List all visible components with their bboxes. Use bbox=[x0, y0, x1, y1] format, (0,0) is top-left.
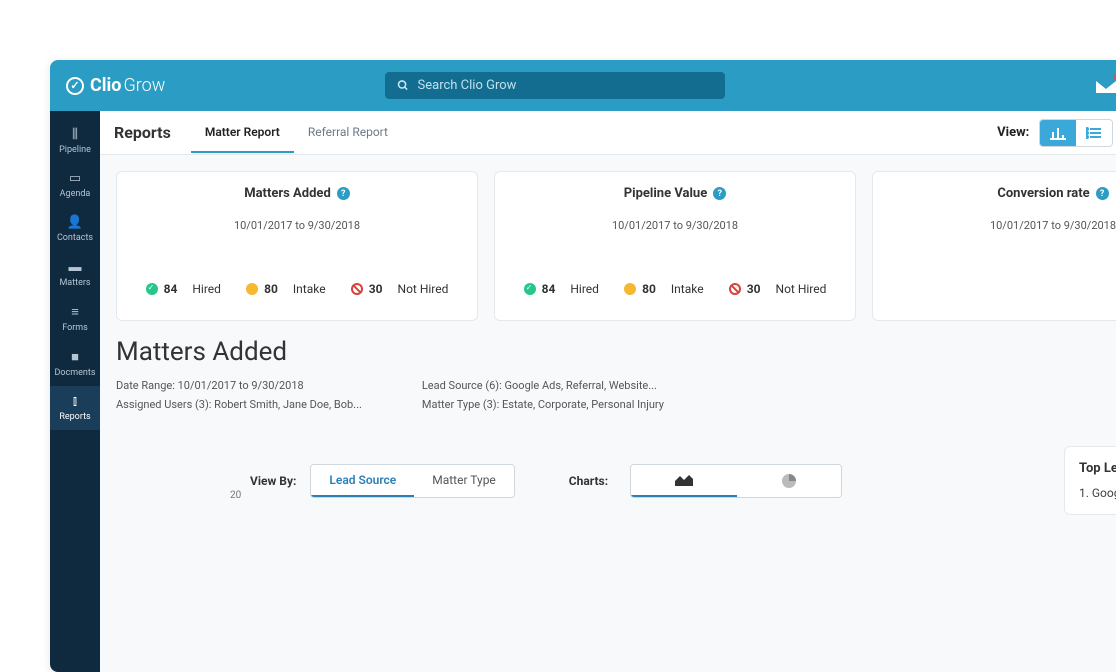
status-hired-icon bbox=[146, 283, 158, 295]
calendar-icon: ▭ bbox=[69, 171, 81, 186]
status-intake-icon bbox=[246, 283, 258, 295]
chart-icon: ⫾ bbox=[73, 394, 77, 409]
viewby-lead-source[interactable]: Lead Source bbox=[311, 465, 414, 497]
card-pipeline-value: Pipeline Value? 10/01/2017 to 9/30/2018 … bbox=[494, 171, 856, 321]
status-not-hired-icon bbox=[729, 283, 741, 295]
card-conversion-rate: Conversion rate? 10/01/2017 to 9/30/2018 bbox=[872, 171, 1116, 321]
sidebar-item-agenda[interactable]: ▭Agenda bbox=[50, 163, 100, 207]
bar-chart-icon bbox=[1050, 126, 1066, 140]
charts-label: Charts: bbox=[569, 474, 608, 488]
briefcase-icon: ▬ bbox=[69, 259, 82, 275]
help-icon[interactable]: ? bbox=[1096, 187, 1109, 200]
top-lead-source-item: 1. Google Ads bbox=[1079, 486, 1116, 500]
folder-icon: ■ bbox=[71, 349, 79, 365]
tab-bar: Reports Matter Report Referral Report Vi… bbox=[100, 111, 1116, 155]
pie-chart-icon bbox=[781, 473, 797, 489]
sidebar-item-documents[interactable]: ■Docments bbox=[50, 341, 100, 386]
card-matters-added: Matters Added? 10/01/2017 to 9/30/2018 8… bbox=[116, 171, 478, 321]
stat-hired: 84 Hired bbox=[146, 282, 221, 296]
list-icon: ≡ bbox=[71, 304, 79, 320]
sidebar-item-matters[interactable]: ▬Matters bbox=[50, 251, 100, 296]
area-chart-icon bbox=[675, 473, 693, 487]
logo-product: Grow bbox=[123, 75, 165, 96]
meta-matter-type: Matter Type (3): Estate, Corporate, Pers… bbox=[422, 396, 664, 415]
page-title: Reports bbox=[114, 123, 171, 142]
top-lead-sources-title: Top Lead Sources bbox=[1079, 461, 1116, 476]
logo-brand: Clio bbox=[90, 75, 121, 96]
status-hired-icon bbox=[524, 283, 536, 295]
inbox-icon[interactable] bbox=[1094, 77, 1116, 95]
section-title: Matters Added bbox=[116, 337, 1116, 367]
sidebar-item-contacts[interactable]: 👤Contacts bbox=[50, 207, 100, 251]
card-date-range: 10/01/2017 to 9/30/2018 bbox=[511, 219, 839, 232]
stat-intake: 80 Intake bbox=[246, 282, 325, 296]
top-lead-sources-panel: Top Lead Sources 1. Google Ads bbox=[1064, 446, 1116, 515]
stat-intake: 80 Intake bbox=[624, 282, 703, 296]
pipeline-icon: ⫼ bbox=[72, 127, 78, 142]
logo-check-icon bbox=[66, 77, 84, 95]
logo: ClioGrow bbox=[66, 75, 165, 96]
meta-date-range: Date Range: 10/01/2017 to 9/30/2018 bbox=[116, 377, 362, 396]
sidebar-item-forms[interactable]: ≡Forms bbox=[50, 296, 100, 341]
status-intake-icon bbox=[624, 283, 636, 295]
viewby-segment: Lead Source Matter Type bbox=[310, 464, 514, 498]
card-date-range: 10/01/2017 to 9/30/2018 bbox=[133, 219, 461, 232]
sidebar-item-pipeline[interactable]: ⫼Pipeline bbox=[50, 119, 100, 163]
view-chart-button[interactable] bbox=[1040, 120, 1076, 146]
search-box[interactable] bbox=[385, 72, 725, 99]
stat-not-hired: 30 Not Hired bbox=[351, 282, 449, 296]
list-view-icon bbox=[1086, 126, 1102, 140]
sidebar: ⫼Pipeline ▭Agenda 👤Contacts ▬Matters ≡Fo… bbox=[50, 111, 100, 672]
person-icon: 👤 bbox=[67, 215, 83, 230]
status-not-hired-icon bbox=[351, 283, 363, 295]
help-icon[interactable]: ? bbox=[713, 187, 726, 200]
help-icon[interactable]: ? bbox=[337, 187, 350, 200]
meta-lead-source: Lead Source (6): Google Ads, Referral, W… bbox=[422, 377, 664, 396]
view-toggle bbox=[1039, 119, 1113, 147]
charts-segment bbox=[630, 464, 842, 498]
viewby-matter-type[interactable]: Matter Type bbox=[414, 465, 514, 497]
view-label: View: bbox=[997, 125, 1029, 140]
stat-hired: 84 Hired bbox=[524, 282, 599, 296]
card-date-range: 10/01/2017 to 9/30/2018 bbox=[889, 219, 1116, 232]
sidebar-item-reports[interactable]: ⫾Reports bbox=[50, 386, 100, 430]
charts-pie-button[interactable] bbox=[737, 465, 841, 497]
search-input[interactable] bbox=[418, 78, 714, 93]
search-icon bbox=[397, 79, 409, 92]
stat-not-hired: 30 Not Hired bbox=[729, 282, 827, 296]
meta-assigned-users: Assigned Users (3): Robert Smith, Jane D… bbox=[116, 396, 362, 415]
tab-referral-report[interactable]: Referral Report bbox=[294, 113, 402, 153]
tab-matter-report[interactable]: Matter Report bbox=[191, 113, 294, 153]
view-list-button[interactable] bbox=[1076, 120, 1112, 146]
viewby-label: View By: bbox=[250, 474, 296, 488]
top-bar: ClioGrow Quick intake bbox=[50, 60, 1116, 111]
charts-line-button[interactable] bbox=[631, 465, 737, 497]
chart-yaxis-tick: 20 bbox=[230, 490, 241, 501]
